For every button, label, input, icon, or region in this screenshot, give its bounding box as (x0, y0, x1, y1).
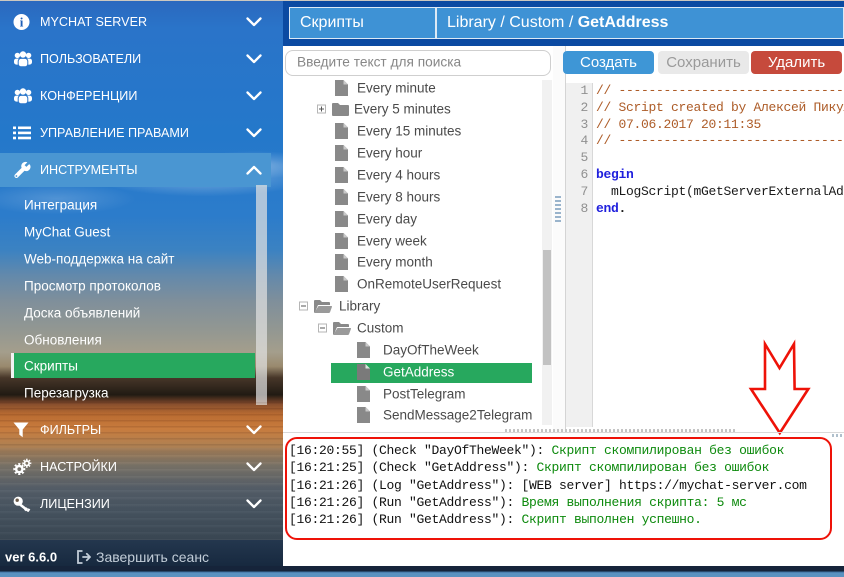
svg-text:i: i (20, 14, 24, 29)
